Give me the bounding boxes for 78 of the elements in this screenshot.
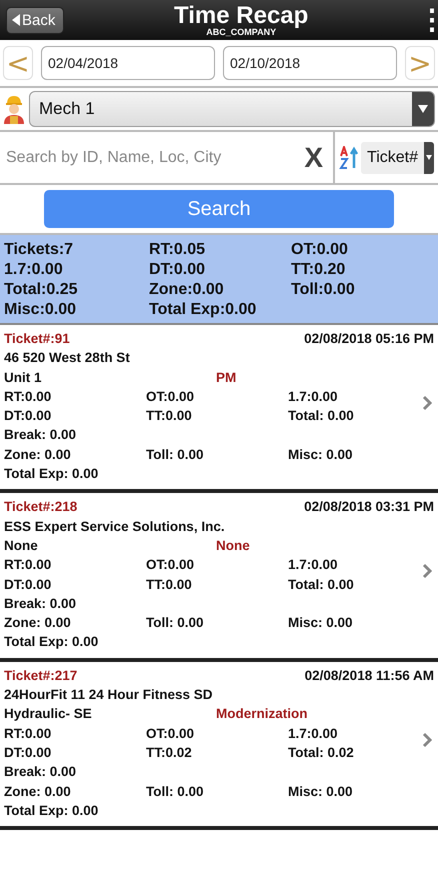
mechanic-dropdown[interactable]: Mech 1 [29,91,435,127]
summary-value: Misc:0.00 [4,300,78,320]
job-type: PM [216,368,238,387]
ticket-datetime: 02/08/2018 03:31 PM [304,498,434,516]
summary-value: 1.7:0.00 [4,260,64,280]
time-value: Break: 0.00 [4,763,78,782]
screen-title: Time Recap [174,4,308,28]
time-value: Zone: 0.00 [4,446,72,464]
ticket-number: Ticket#:91 [4,330,70,348]
job-type: Modernization [216,705,308,724]
chevron-right-icon [422,395,432,411]
summary-value: TT:0.20 [291,260,346,280]
time-value: Toll: 0.00 [146,782,205,801]
time-value: OT:0.00 [146,724,196,743]
time-value: RT:0.00 [4,556,52,574]
customer-name: 46 520 West 28th St [4,349,131,368]
customer-name: ESS Expert Service Solutions, Inc. [4,518,226,536]
time-value: Total Exp: 0.00 [4,802,100,820]
summary-value: RT:0.05 [149,240,206,260]
time-value: Total: 0.00 [288,407,355,426]
unit-name: Unit 1 [4,368,43,387]
time-value: Total: 0.02 [288,744,355,762]
time-value: Misc: 0.00 [288,782,354,801]
summary-value: OT:0.00 [291,240,349,260]
time-value: 1.7:0.00 [288,556,339,574]
ticket-card[interactable]: Ticket#:91 02/08/2018 05:16 PM 46 520 West 28th St Unit 1 PM RT:0.00 OT:0.00 1.7:0.00 DT:0.00 TT:0.00 Total: 0.00 Break: 0.00 Zone: 0.00 Toll: 0.00 Misc: 0.00 Total Exp: 0.00 [0,325,438,494]
clear-button[interactable]: X [298,142,330,174]
time-value: DT:0.00 [4,576,52,594]
time-value: Misc: 0.00 [288,614,354,632]
sort-icon[interactable] [339,146,360,170]
time-value: OT:0.00 [146,556,196,574]
worker-icon [3,94,25,124]
time-value: RT:0.00 [4,388,52,406]
menu-button[interactable]: ⋮ [418,6,432,34]
back-button[interactable]: Back [6,6,64,34]
unit-name: Hydraulic- SE [4,705,93,724]
company-name: ABC_COMPANY [206,28,276,36]
time-value: DT:0.00 [4,407,52,426]
time-value: Zone: 0.00 [4,614,72,632]
time-value: TT:0.02 [146,744,193,762]
unit-name: None [4,536,39,555]
time-value: Break: 0.00 [4,426,78,444]
ticket-datetime: 02/08/2018 11:56 AM [304,666,434,685]
dropdown-arrow-icon [418,105,428,113]
time-value: RT:0.00 [4,724,52,743]
summary-value: Total Exp:0.00 [149,300,258,320]
time-value: Toll: 0.00 [146,614,205,632]
caret-icon [12,14,20,26]
time-value: TT:0.00 [146,407,193,426]
time-value: Total Exp: 0.00 [4,465,100,484]
time-value: Toll: 0.00 [146,446,205,464]
job-type: None [216,536,251,555]
summary-value: Tickets:7 [4,240,74,260]
time-value: Total Exp: 0.00 [4,633,100,652]
ticket-number: Ticket#:217 [4,666,78,685]
time-value: OT:0.00 [146,388,196,406]
ticket-datetime: 02/08/2018 05:16 PM [304,330,434,348]
time-value: Zone: 0.00 [4,782,72,801]
summary-value: Total:0.25 [4,280,78,300]
summary-value: Toll:0.00 [291,280,356,300]
summary-value: DT:0.00 [149,260,206,280]
time-value: TT:0.00 [146,576,193,594]
time-value: Break: 0.00 [4,594,78,613]
ticket-card[interactable]: Ticket#:218 02/08/2018 03:31 PM ESS Expert Service Solutions, Inc. None None RT:0.00 OT:0.00 1.7:0.00 DT:0.00 TT:0.00 Total: 0.00 Break: 0.00 Zone: 0.00 Toll: 0.00 Misc: 0.00 Total Exp: 0.00 [0,493,438,662]
time-value: Misc: 0.00 [288,446,354,464]
summary-value: Zone:0.00 [149,280,225,300]
end-date-field[interactable]: 02/10/2018 [223,46,397,80]
chevron-right-icon [422,732,432,748]
chevron-right-icon [422,563,432,580]
start-date-field[interactable]: 02/04/2018 [41,46,215,80]
dropdown-arrow-icon [426,155,432,160]
customer-name: 24HourFit 11 24 Hour Fitness SD [4,686,214,704]
ticket-number: Ticket#:218 [4,498,78,516]
time-value: Total: 0.00 [288,576,355,594]
sort-dropdown[interactable]: Ticket# [361,142,434,174]
time-value: DT:0.00 [4,744,52,762]
time-value: 1.7:0.00 [288,388,339,406]
time-value: 1.7:0.00 [288,724,339,743]
